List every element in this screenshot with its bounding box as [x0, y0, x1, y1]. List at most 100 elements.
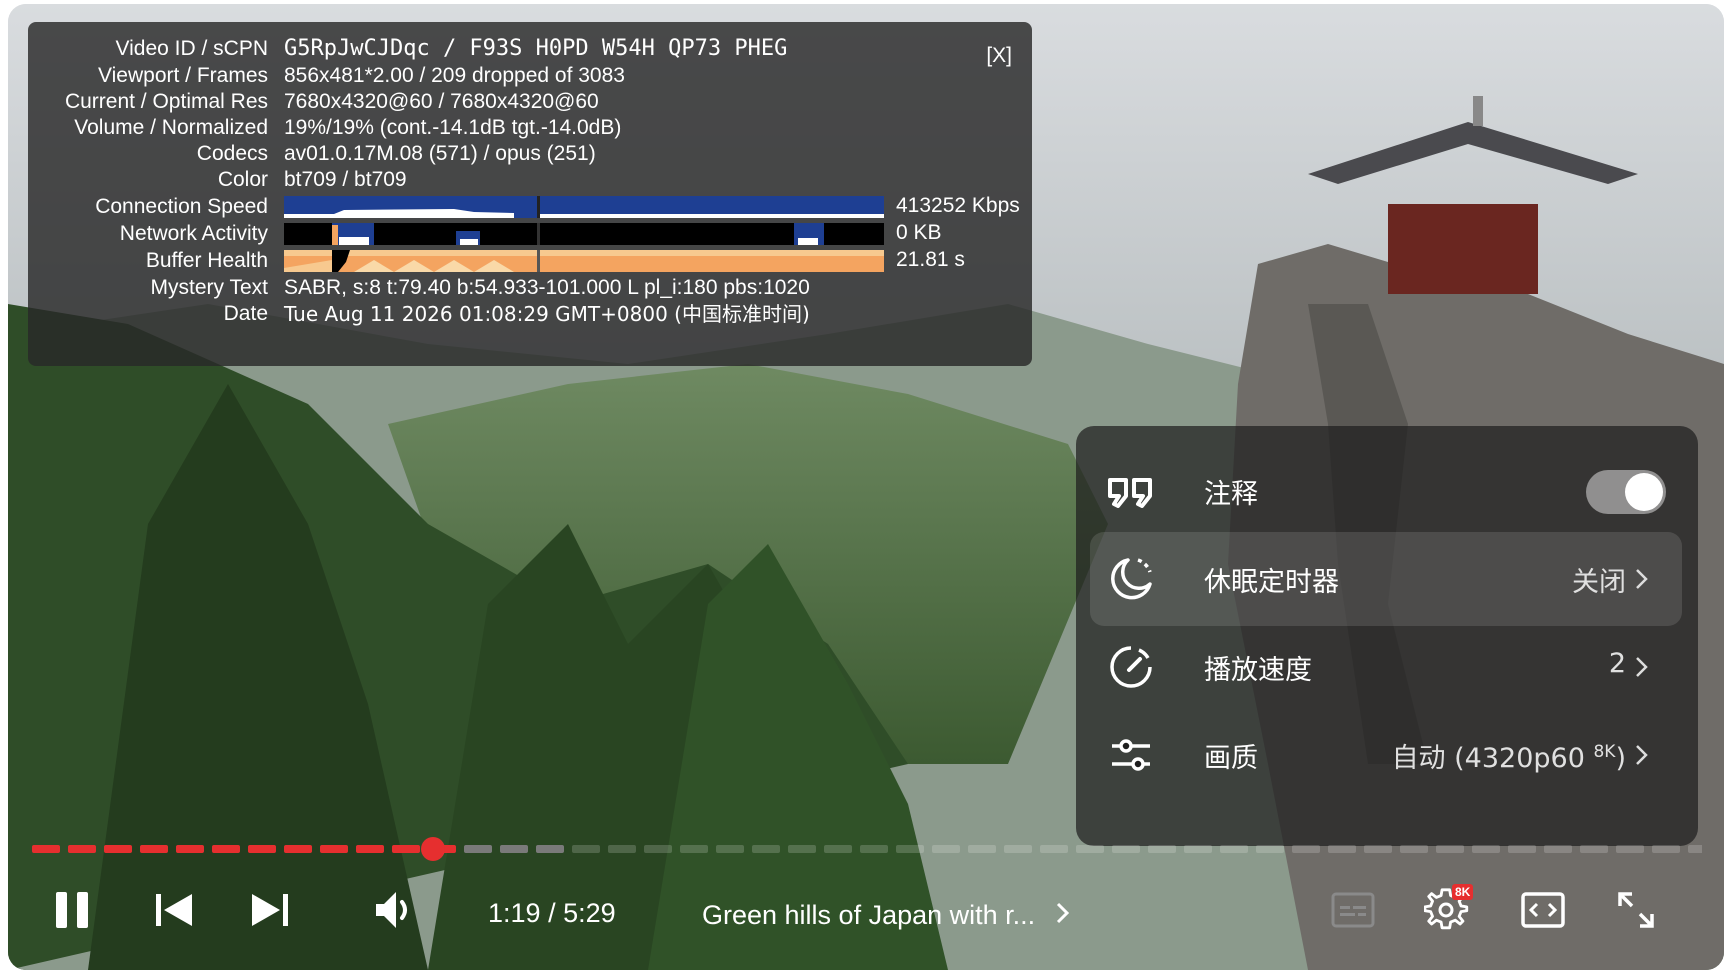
progress-segment — [752, 845, 780, 853]
stats-value: Tue Aug 11 2026 01:08:29 GMT+0800 (中国标准时… — [284, 302, 810, 326]
progress-segment — [716, 845, 744, 853]
progress-segment — [644, 845, 672, 853]
stats-value: av01.0.17M.08 (571) / opus (251) — [284, 142, 596, 165]
progress-segment — [1328, 845, 1356, 853]
progress-segment — [320, 845, 348, 853]
stats-value: 856x481*2.00 / 209 dropped of 3083 — [284, 64, 625, 87]
annotations-toggle[interactable] — [1586, 470, 1666, 514]
progress-segment — [572, 845, 600, 853]
progress-segment — [464, 845, 492, 853]
progress-segment — [356, 845, 384, 853]
stats-value: G5RpJwCJDqc / F93S H0PD W54H QP73 PHEG — [284, 36, 788, 61]
progress-segment — [1076, 845, 1104, 853]
network-activity-value: 0 KB — [896, 221, 942, 244]
progress-segment — [248, 845, 276, 853]
stats-value: SABR, s:8 t:79.40 b:54.933-101.000 L pl_… — [284, 276, 810, 299]
menu-item-playback-speed[interactable]: 播放速度 2 — [1090, 620, 1682, 714]
menu-item-value: 2 — [1608, 648, 1626, 679]
progress-segment — [68, 845, 96, 853]
progress-segment — [860, 845, 888, 853]
stats-label: Network Activity — [119, 222, 268, 245]
chevron-right-icon — [1636, 569, 1648, 589]
previous-icon[interactable] — [152, 888, 196, 932]
progress-segment — [104, 845, 132, 853]
stats-label: Connection Speed — [95, 195, 268, 218]
progress-segment — [1256, 845, 1284, 853]
progress-segment — [284, 845, 312, 853]
settings-button[interactable]: 8K — [1423, 884, 1474, 932]
pause-icon[interactable] — [52, 888, 92, 932]
menu-item-label: 休眠定时器 — [1204, 567, 1339, 598]
progress-segment — [968, 845, 996, 853]
buffer-health-value: 21.81 s — [896, 248, 965, 271]
progress-segment — [932, 845, 960, 853]
stats-value: 19%/19% (cont.-14.1dB tgt.-14.0dB) — [284, 116, 622, 139]
progress-segment — [500, 845, 528, 853]
chevron-right-icon — [1636, 657, 1648, 677]
annotations-icon — [1108, 478, 1152, 508]
quality-value-text: 自动 (4320p60 — [1391, 743, 1594, 774]
progress-segment — [824, 845, 852, 853]
playback-speed-icon — [1110, 646, 1152, 688]
network-activity-graph: 0 KB — [284, 221, 942, 245]
next-icon[interactable] — [248, 888, 292, 932]
time-total: 5:29 — [563, 898, 616, 928]
chevron-right-icon — [1636, 745, 1648, 765]
menu-item-value: 关闭 — [1572, 567, 1626, 598]
quality-badge: 8K — [1593, 742, 1616, 762]
stats-label: Volume / Normalized — [74, 116, 268, 139]
progress-segment — [1652, 845, 1680, 853]
progress-segment — [788, 845, 816, 853]
progress-segment — [896, 845, 924, 853]
progress-segment — [1616, 845, 1644, 853]
stats-label: Color — [217, 168, 268, 191]
progress-segment — [536, 845, 564, 853]
stats-for-nerds-panel: [X] Video ID / sCPN G5RpJwCJDqc / F93S H… — [28, 22, 1032, 366]
progress-segment — [1400, 845, 1428, 853]
stats-label: Codecs — [196, 142, 268, 165]
menu-item-annotations[interactable]: 注释 — [1090, 444, 1682, 538]
menu-item-label: 画质 — [1204, 743, 1258, 774]
progress-segment — [1436, 845, 1464, 853]
fullscreen-icon[interactable] — [1614, 888, 1658, 932]
progress-segment — [1364, 845, 1392, 853]
theater-mode-icon[interactable] — [1520, 888, 1566, 932]
progress-segment — [32, 845, 60, 853]
progress-segment — [1508, 845, 1536, 853]
menu-item-value: 自动 (4320p60 8K) — [1392, 736, 1626, 775]
menu-item-sleep-timer[interactable]: 休眠定时器 关闭 — [1090, 532, 1682, 626]
progress-segment — [176, 845, 204, 853]
progress-segment — [140, 845, 168, 853]
progress-segment — [212, 845, 240, 853]
connection-speed-value: 413252 Kbps — [896, 194, 1020, 217]
menu-item-quality[interactable]: 画质 自动 (4320p60 8K) — [1090, 708, 1682, 802]
stats-label: Current / Optimal Res — [64, 90, 268, 113]
stats-label: Buffer Health — [145, 249, 268, 272]
video-title-chip[interactable]: Green hills of Japan with r... — [702, 898, 1073, 931]
progress-segment — [1148, 845, 1176, 853]
quality-icon — [1112, 739, 1150, 771]
connection-speed-graph: 413252 Kbps — [284, 194, 1020, 218]
stats-value: 7680x4320@60 / 7680x4320@60 — [284, 90, 599, 113]
progress-scrubber-handle[interactable] — [420, 837, 445, 861]
progress-bar[interactable] — [32, 844, 1702, 854]
buffer-health-graph: 21.81 s — [284, 248, 965, 272]
stats-label: Mystery Text — [150, 276, 268, 299]
settings-quality-badge: 8K — [1452, 884, 1474, 900]
menu-item-label: 注释 — [1204, 479, 1258, 510]
sleep-timer-icon — [1111, 558, 1152, 600]
progress-segment — [1112, 845, 1140, 853]
chevron-right-icon — [1056, 902, 1069, 924]
progress-segment — [1040, 845, 1068, 853]
toggle-knob — [1625, 473, 1663, 511]
progress-segment — [1292, 845, 1320, 853]
progress-segment — [1220, 845, 1248, 853]
close-stats-button[interactable]: [X] — [986, 44, 1012, 68]
volume-icon[interactable] — [372, 888, 420, 932]
stats-value: bt709 / bt709 — [284, 168, 407, 191]
video-player[interactable]: [X] Video ID / sCPN G5RpJwCJDqc / F93S H… — [8, 4, 1724, 970]
subtitles-icon[interactable] — [1330, 888, 1376, 932]
progress-segment — [680, 845, 708, 853]
quality-value-tail: ) — [1615, 743, 1626, 774]
progress-segment — [608, 845, 636, 853]
